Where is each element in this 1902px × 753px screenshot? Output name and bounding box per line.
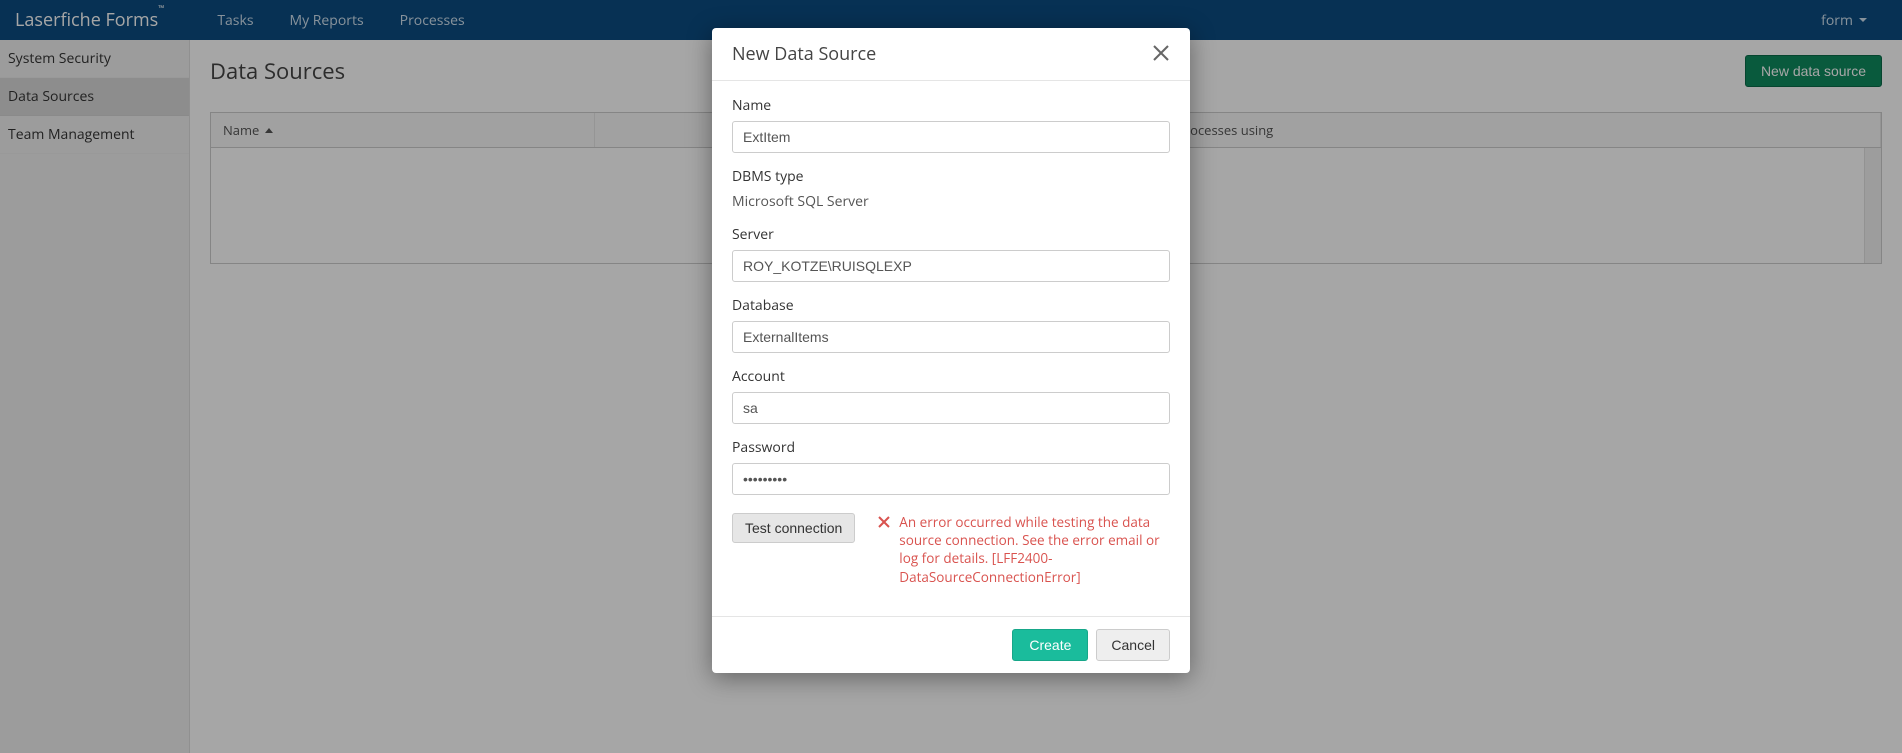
password-label: Password	[732, 438, 1170, 457]
account-label: Account	[732, 367, 1170, 386]
dbms-label: DBMS type	[732, 167, 1170, 186]
modal-overlay: New Data Source Name DBMS type Microsoft…	[0, 0, 1902, 753]
modal-title: New Data Source	[732, 42, 876, 66]
password-input[interactable]	[732, 463, 1170, 495]
name-input[interactable]	[732, 121, 1170, 153]
connection-error: An error occurred while testing the data…	[877, 513, 1170, 586]
error-icon	[877, 515, 891, 529]
create-button[interactable]: Create	[1012, 629, 1088, 661]
new-data-source-modal: New Data Source Name DBMS type Microsoft…	[712, 28, 1190, 673]
database-label: Database	[732, 296, 1170, 315]
error-text: An error occurred while testing the data…	[899, 513, 1170, 586]
server-input[interactable]	[732, 250, 1170, 282]
dbms-value: Microsoft SQL Server	[732, 192, 1170, 211]
test-connection-button[interactable]: Test connection	[732, 513, 855, 543]
name-label: Name	[732, 96, 1170, 115]
server-label: Server	[732, 225, 1170, 244]
account-input[interactable]	[732, 392, 1170, 424]
database-input[interactable]	[732, 321, 1170, 353]
cancel-button[interactable]: Cancel	[1096, 629, 1170, 661]
close-icon[interactable]	[1152, 43, 1170, 65]
